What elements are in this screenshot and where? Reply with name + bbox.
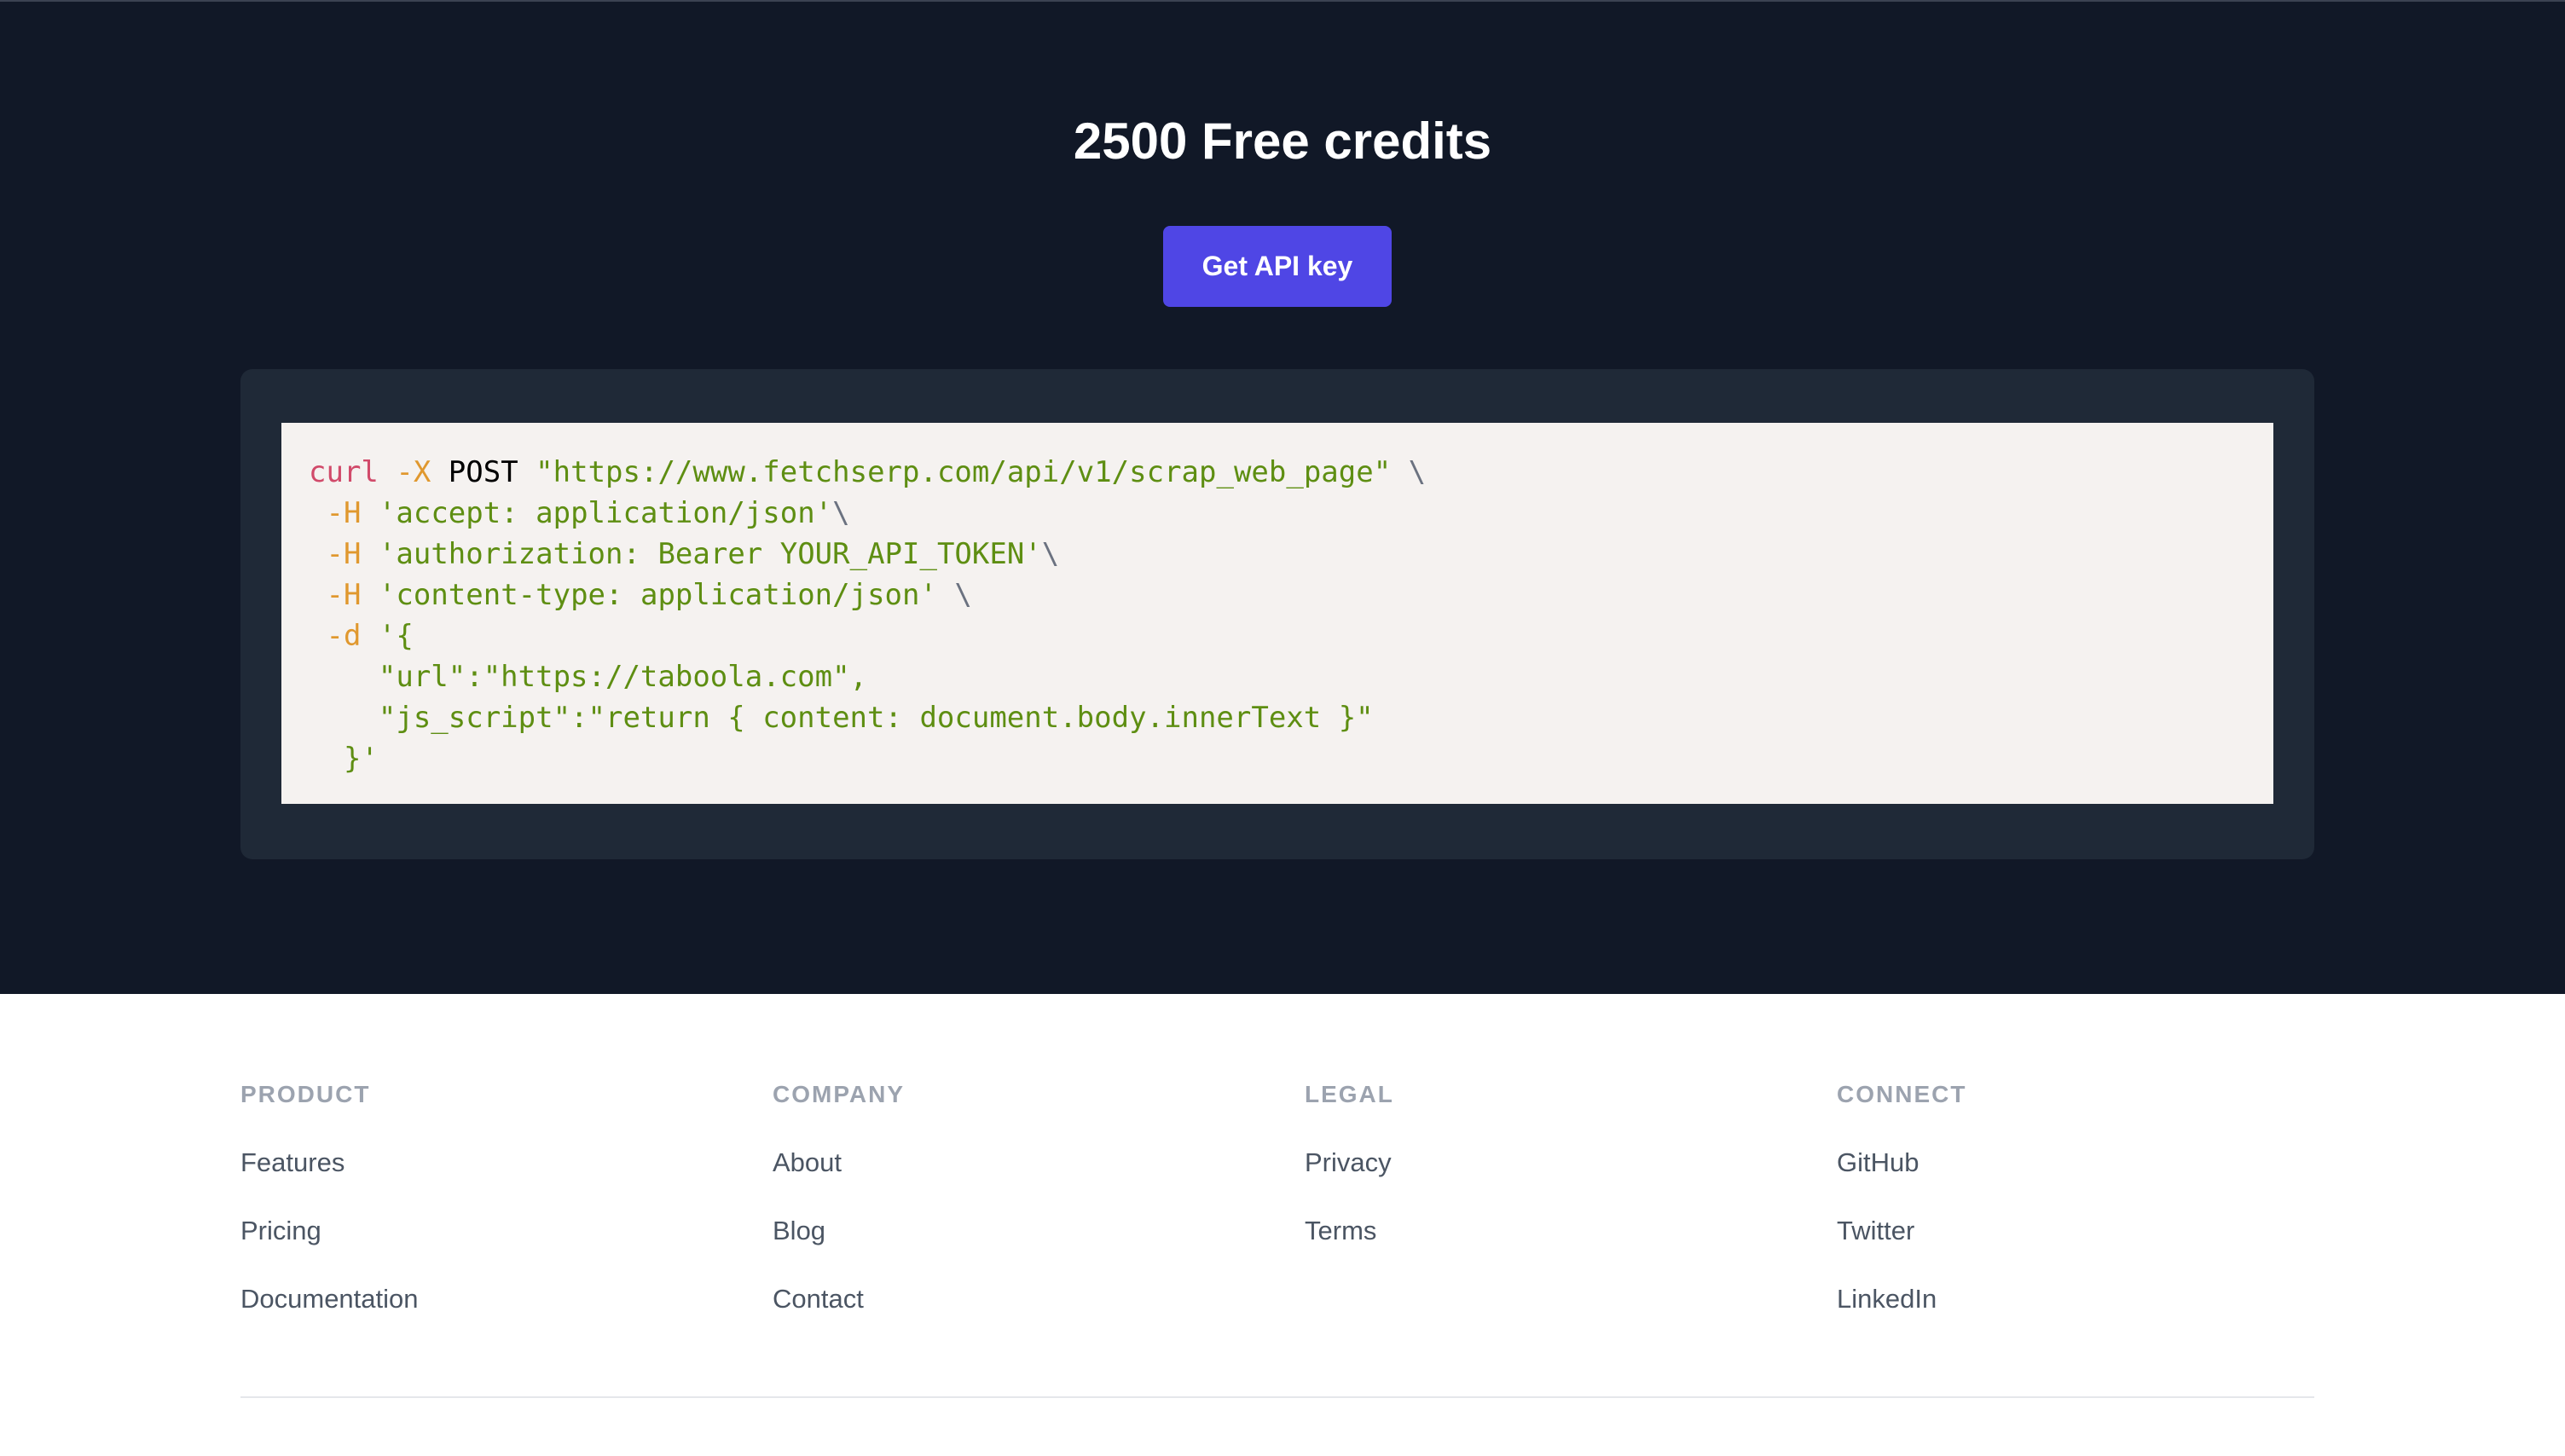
footer-link-blog[interactable]: Blog [773,1210,825,1251]
code-token: POST [431,455,536,489]
code-block[interactable]: curl -X POST "https://www.fetchserp.com/… [281,423,2273,804]
footer-link-twitter[interactable]: Twitter [1837,1210,1914,1251]
code-token: 'accept: application/json' [378,496,833,530]
footer-link-terms[interactable]: Terms [1305,1210,1376,1251]
footer-link-contact[interactable]: Contact [773,1279,864,1320]
footer-link-linkedin[interactable]: LinkedIn [1837,1279,1937,1320]
code-token: "js_script":"return { content: document.… [309,701,1374,735]
code-token: 'content-type: application/json' [378,578,937,612]
code-token: \ [936,578,972,612]
code-token: -H [326,537,362,571]
code-token: 'authorization: Bearer YOUR_API_TOKEN' [378,537,1042,571]
footer-column-company: COMPANY About Blog Contact [773,1074,906,1314]
code-token: \ [832,496,850,530]
footer-link-github[interactable]: GitHub [1837,1142,1919,1183]
code-token: curl [309,455,379,489]
footer-link-features[interactable]: Features [240,1142,345,1183]
hero-section: 2500 Free credits Get API key curl -X PO… [0,0,2565,994]
code-token: \ [1041,537,1060,571]
code-token: -X [396,455,431,489]
footer-column-connect: CONNECT GitHub Twitter LinkedIn [1837,1074,1967,1314]
code-token: "https://www.fetchserp.com/api/v1/scrap_… [536,455,1392,489]
footer-column-legal: LEGAL Privacy Terms [1305,1074,1394,1245]
code-line: -d '{ [309,615,2246,656]
footer-divider [240,1396,2314,1398]
code-line: -H 'accept: application/json'\ [309,493,2246,534]
footer-heading: CONNECT [1837,1081,1967,1107]
hero-title: 2500 Free credits [1073,113,1492,170]
code-line: curl -X POST "https://www.fetchserp.com/… [309,452,2246,493]
code-token: }' [309,742,379,776]
footer-link-privacy[interactable]: Privacy [1305,1142,1392,1183]
code-line: }' [309,738,2246,779]
code-token: \ [1391,455,1427,489]
code-token: '{ [378,619,414,653]
footer-link-about[interactable]: About [773,1142,842,1183]
code-line: -H 'content-type: application/json' \ [309,575,2246,615]
footer-column-product: PRODUCT Features Pricing Documentation [240,1074,419,1314]
footer-link-documentation[interactable]: Documentation [240,1279,419,1320]
get-api-key-button[interactable]: Get API key [1163,226,1392,307]
footer-heading: COMPANY [773,1081,906,1107]
footer-heading: PRODUCT [240,1081,371,1107]
code-token: "url":"https://taboola.com", [309,660,868,694]
code-line: "js_script":"return { content: document.… [309,697,2246,738]
code-line: "url":"https://taboola.com", [309,656,2246,697]
code-panel: curl -X POST "https://www.fetchserp.com/… [240,369,2314,859]
code-line: -H 'authorization: Bearer YOUR_API_TOKEN… [309,534,2246,575]
code-token: -d [326,619,362,653]
footer-heading: LEGAL [1305,1081,1394,1107]
code-token: -H [326,496,362,530]
footer-link-pricing[interactable]: Pricing [240,1210,321,1251]
code-token: -H [326,578,362,612]
